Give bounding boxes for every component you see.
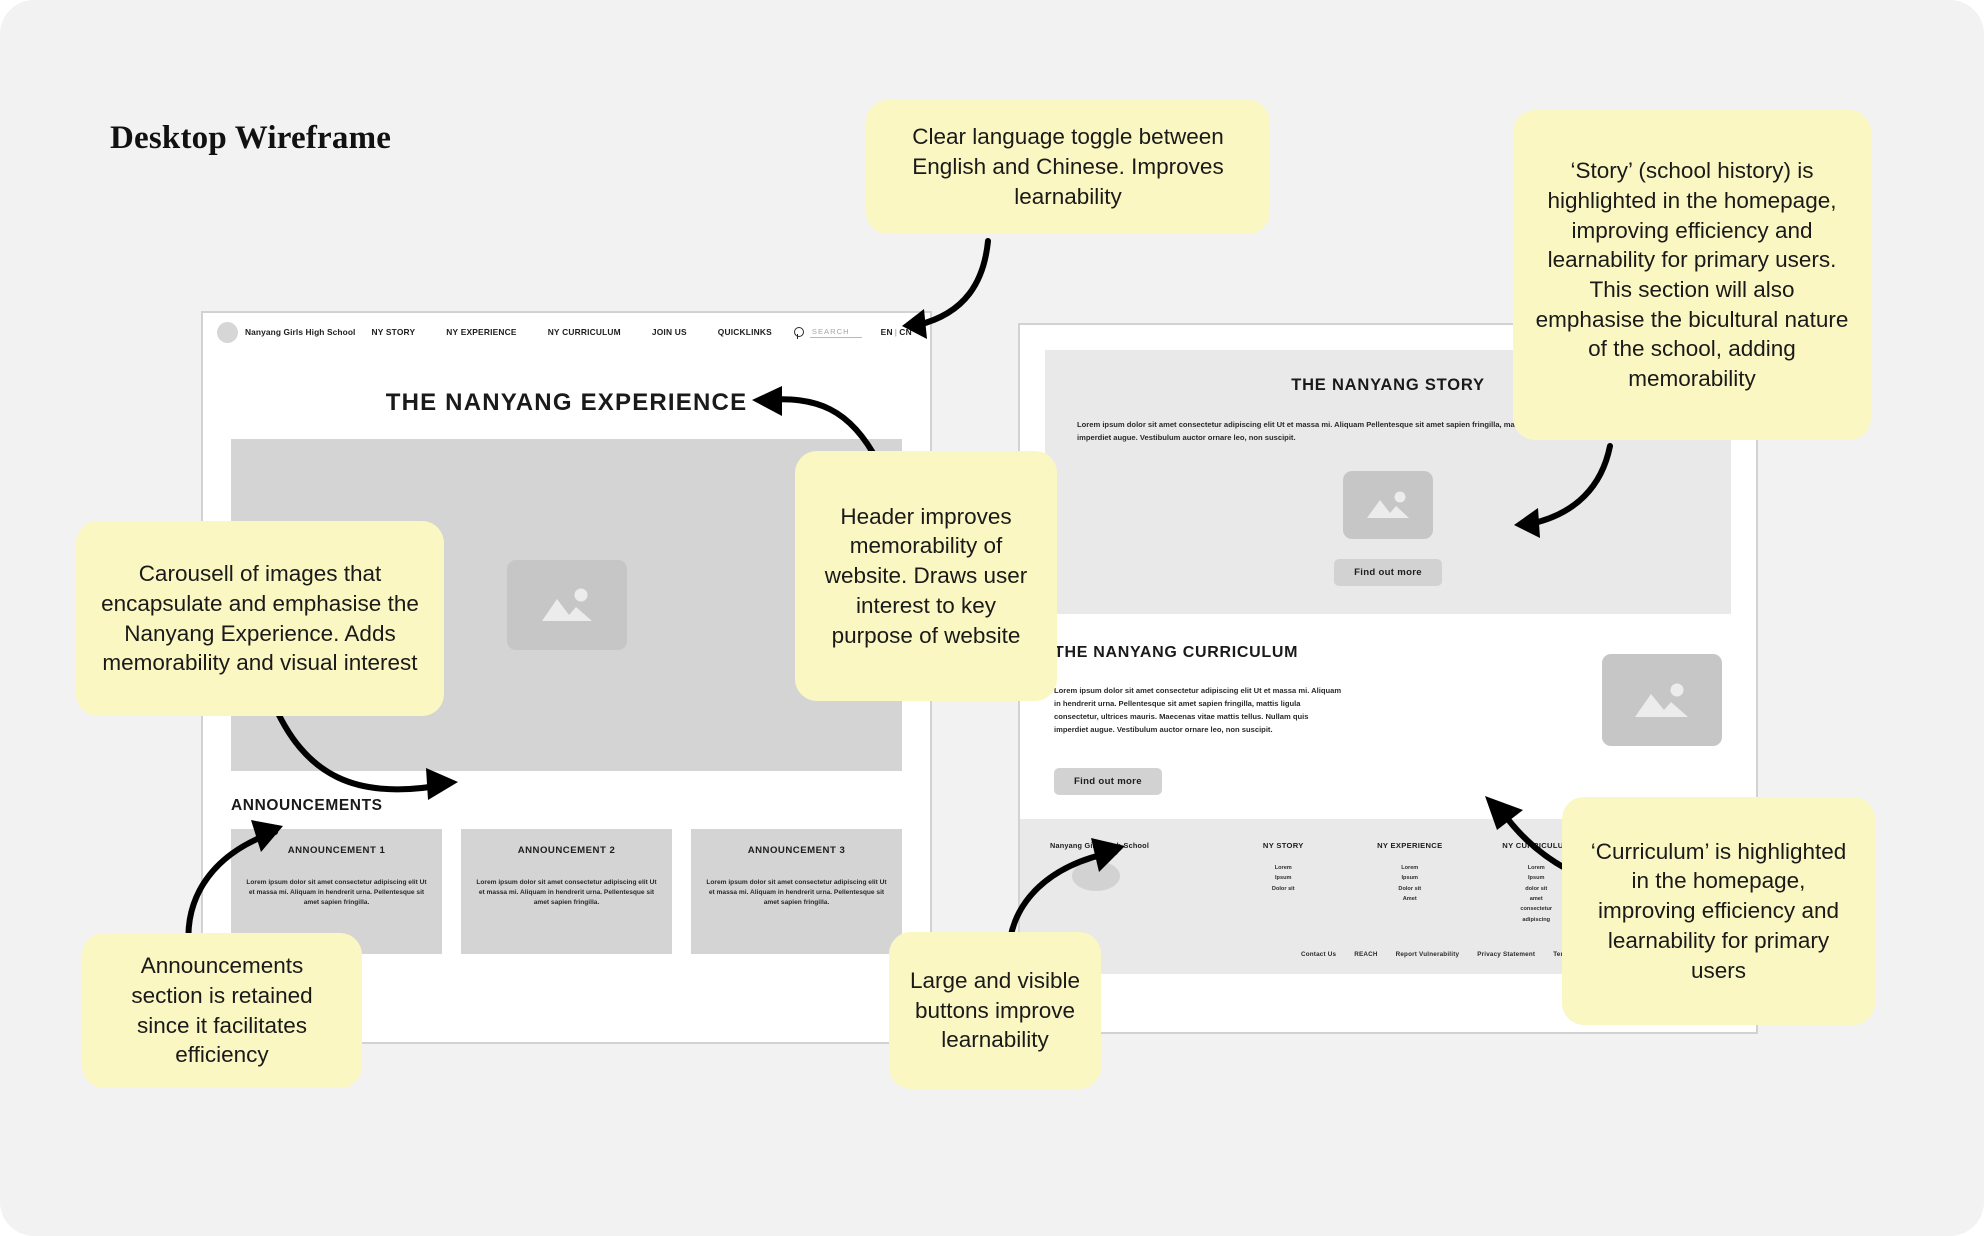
curriculum-title: THE NANYANG CURRICULUM [1054,643,1299,661]
footer-link-report-vulnerability[interactable]: Report Vulnerability [1396,951,1460,958]
announcement-card[interactable]: ANNOUNCEMENT 2 Lorem ipsum dolor sit ame… [461,829,672,954]
announcement-card[interactable]: ANNOUNCEMENT 3 Lorem ipsum dolor sit ame… [691,829,902,954]
page-title: Desktop Wireframe [110,120,392,156]
footer-link-reach[interactable]: REACH [1354,951,1377,958]
hero-title: THE NANYANG EXPERIENCE [203,351,930,439]
callout-carousel: Carousell of images that encapsulate and… [76,521,444,716]
navbar: Nanyang Girls High School NY STORY NY EX… [203,313,930,351]
footer-column-ny-experience: NY EXPERIENCE Lorem Ipsum Dolor sit Amet [1347,841,1474,925]
nav-link-ny-experience[interactable]: NY EXPERIENCE [446,327,516,337]
callout-header: Header improves memorability of website.… [795,451,1057,701]
story-find-out-more-button[interactable]: Find out more [1334,558,1442,586]
curriculum-section: THE NANYANG CURRICULUM Lorem ipsum dolor… [1020,613,1756,795]
image-placeholder-icon [1343,470,1433,539]
announcement-card-title: ANNOUNCEMENT 1 [287,845,386,856]
callout-curriculum-section: ‘Curriculum’ is highlighted in the homep… [1562,797,1875,1025]
callout-buttons: Large and visible buttons improve learna… [889,932,1101,1089]
announcement-card-body: Lorem ipsum dolor sit amet consectetur a… [246,879,427,907]
footer-column-ny-story: NY STORY Lorem Ipsum Dolor sit [1220,841,1347,925]
language-separator: | [894,327,898,337]
footer-link-contact-us[interactable]: Contact Us [1301,951,1336,958]
curriculum-body: Lorem ipsum dolor sit amet consectetur a… [1054,685,1342,734]
nav-link-ny-story[interactable]: NY STORY [371,327,415,337]
footer-brand-column: Nanyang Girls High School [1050,841,1220,891]
image-placeholder-icon [1602,653,1722,746]
search-area[interactable]: SEARCH [793,326,862,339]
footer-brand: Nanyang Girls High School [1050,841,1150,850]
nav-link-ny-curriculum[interactable]: NY CURRICULUM [548,327,621,337]
search-icon[interactable] [793,326,805,339]
callout-language-toggle: Clear language toggle between English an… [866,100,1270,234]
navbar-links: NY STORY NY EXPERIENCE NY CURRICULUM JOI… [371,327,771,337]
search-input[interactable]: SEARCH [809,327,862,338]
footer-column-heading[interactable]: NY STORY [1220,841,1347,850]
footer-column-heading[interactable]: NY EXPERIENCE [1347,841,1474,850]
announcement-card-body: Lorem ipsum dolor sit amet consectetur a… [706,879,887,907]
navbar-brand[interactable]: Nanyang Girls High School [245,327,355,337]
callout-announcements: Announcements section is retained since … [82,933,362,1088]
footer-link-privacy-statement[interactable]: Privacy Statement [1477,951,1535,958]
footer-column-items[interactable]: Lorem Ipsum Dolor sit [1220,863,1347,894]
wireframe-canvas: Desktop Wireframe Nanyang Girls High Sch… [0,0,1984,1236]
announcements-section: ANNOUNCEMENTS ANNOUNCEMENT 1 Lorem ipsum… [203,771,930,954]
curriculum-find-out-more-button[interactable]: Find out more [1054,768,1162,795]
school-logo-icon [217,321,238,343]
language-cn[interactable]: CN [899,327,912,337]
announcements-heading: ANNOUNCEMENTS [231,797,383,814]
image-placeholder-icon [506,560,627,650]
language-toggle[interactable]: EN | CN [881,327,912,337]
callout-story-section: ‘Story’ (school history) is highlighted … [1513,110,1871,440]
nav-link-quicklinks[interactable]: QUICKLINKS [718,327,772,337]
nav-link-join-us[interactable]: JOIN US [652,327,687,337]
announcement-card-body: Lorem ipsum dolor sit amet consectetur a… [476,879,657,907]
footer-logo-icon [1072,861,1120,891]
announcement-card-title: ANNOUNCEMENT 2 [517,845,616,856]
footer-column-items[interactable]: Lorem Ipsum Dolor sit Amet [1347,863,1474,904]
language-en[interactable]: EN [881,327,893,337]
story-media: Find out more [1077,470,1699,586]
curriculum-text-column: THE NANYANG CURRICULUM Lorem ipsum dolor… [1054,644,1578,795]
announcement-card-title: ANNOUNCEMENT 3 [747,845,846,856]
